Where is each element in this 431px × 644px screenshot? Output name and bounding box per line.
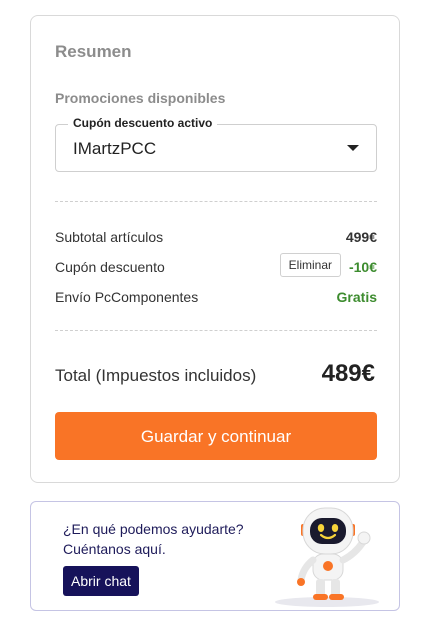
total-value: 489€ [321, 360, 375, 387]
subtotal-row: Subtotal artículos 499€ [55, 226, 377, 248]
open-chat-button[interactable]: Abrir chat [63, 566, 139, 596]
divider [55, 330, 377, 331]
summary-card: Resumen Promociones disponibles Cupón de… [30, 15, 400, 483]
promotions-label: Promociones disponibles [55, 90, 226, 106]
help-question-line1: ¿En qué podemos ayudarte? [63, 521, 244, 537]
shipping-value: Gratis [336, 289, 377, 305]
divider [55, 201, 377, 202]
robot-mascot-icon [275, 507, 379, 607]
summary-title: Resumen [55, 42, 132, 61]
subtotal-value: 499€ [345, 229, 377, 245]
shipping-label: Envío PcComponentes [55, 289, 199, 305]
help-question-line2: Cuéntanos aquí. [63, 541, 166, 557]
subtotal-label: Subtotal artículos [55, 229, 164, 245]
remove-coupon-button[interactable]: Eliminar [279, 253, 341, 277]
help-card: ¿En qué podemos ayudarte? Cuéntanos aquí… [30, 501, 400, 611]
help-question: ¿En qué podemos ayudarte? Cuéntanos aquí… [63, 519, 244, 559]
coupon-label: Cupón descuento [55, 259, 165, 275]
coupon-select-legend: Cupón descuento activo [68, 116, 218, 130]
shipping-row: Envío PcComponentes Gratis [55, 286, 377, 308]
coupon-select[interactable]: Cupón descuento activo IMartzPCC [55, 116, 377, 172]
chevron-down-icon[interactable] [347, 145, 359, 151]
save-continue-button[interactable]: Guardar y continuar [55, 412, 377, 460]
coupon-select-value: IMartzPCC [73, 139, 157, 158]
coupon-value: -10€ [348, 259, 377, 275]
coupon-row: Cupón descuento Eliminar -10€ [55, 253, 377, 278]
total-label: Total (Impuestos incluidos) [55, 366, 257, 385]
